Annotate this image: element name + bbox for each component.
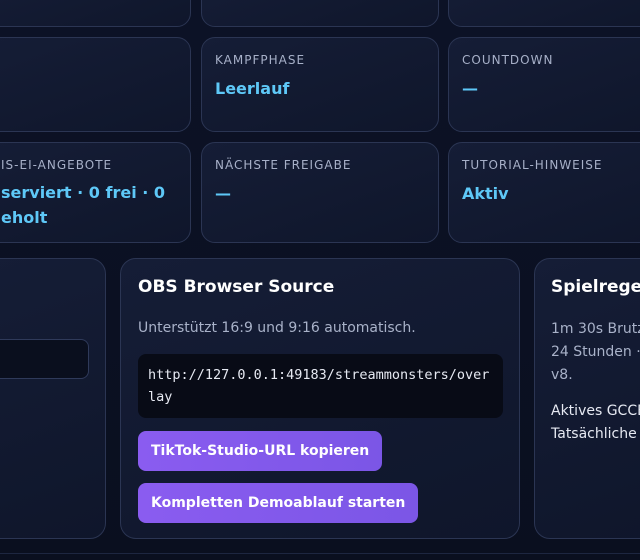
rules-line-2: 24 Stunden · i <box>551 344 640 360</box>
left-panel-partial <box>0 258 106 539</box>
stat-card-top-right <box>448 0 640 27</box>
bottom-divider <box>0 553 640 554</box>
left-panel-input[interactable] <box>0 339 89 379</box>
angebote-value-line2: eholt <box>1 208 48 227</box>
stat-card-angebote: IS-EI-ANGEBOTE serviert · 0 frei · 0 eho… <box>0 142 191 243</box>
rules-panel-title: Spielregeln <box>551 277 640 297</box>
dashboard-viewport: KAMPFPHASE Leerlauf COUNTDOWN — IS-EI-AN… <box>0 0 640 560</box>
stat-card-top-left <box>0 0 191 27</box>
stat-card-freigabe: NÄCHSTE FREIGABE — <box>201 142 439 243</box>
obs-panel-title: OBS Browser Source <box>138 277 335 297</box>
obs-panel-description: Unterstützt 16:9 und 9:16 automatisch. <box>138 320 416 336</box>
rules-line-4: Aktives GCCE <box>551 403 640 419</box>
countdown-label: COUNTDOWN <box>462 53 554 67</box>
stat-card-kampfphase: KAMPFPHASE Leerlauf <box>201 37 439 132</box>
start-demo-button[interactable]: Kompletten Demoablauf starten <box>138 483 419 523</box>
angebote-label: IS-EI-ANGEBOTE <box>1 158 113 172</box>
tutorial-label: TUTORIAL-HINWEISE <box>462 158 603 172</box>
kampfphase-label: KAMPFPHASE <box>215 53 306 67</box>
copy-tiktok-studio-url-button[interactable]: TikTok-Studio-URL kopieren <box>138 431 383 471</box>
stat-card-partial-left <box>0 37 191 132</box>
freigabe-label: NÄCHSTE FREIGABE <box>215 158 352 172</box>
tutorial-value: Aktiv <box>462 184 509 203</box>
stat-card-top-middle <box>201 0 439 27</box>
rules-panel: Spielregeln 1m 30s Brutze 24 Stunden · i… <box>534 258 640 539</box>
countdown-value: — <box>462 79 478 98</box>
stat-card-countdown: COUNTDOWN — <box>448 37 640 132</box>
angebote-value-line1: serviert · 0 frei · 0 <box>1 183 166 202</box>
freigabe-value: — <box>215 184 231 203</box>
rules-line-3: v8. <box>551 367 573 383</box>
obs-browser-source-panel: OBS Browser Source Unterstützt 16:9 und … <box>120 258 520 539</box>
rules-line-1: 1m 30s Brutze <box>551 321 640 337</box>
obs-url-display[interactable]: http://127.0.0.1:49183/streammonsters/ov… <box>138 354 503 418</box>
rules-line-5: Tatsächliche B <box>551 426 640 442</box>
stat-card-tutorial: TUTORIAL-HINWEISE Aktiv <box>448 142 640 243</box>
kampfphase-value: Leerlauf <box>215 79 290 98</box>
